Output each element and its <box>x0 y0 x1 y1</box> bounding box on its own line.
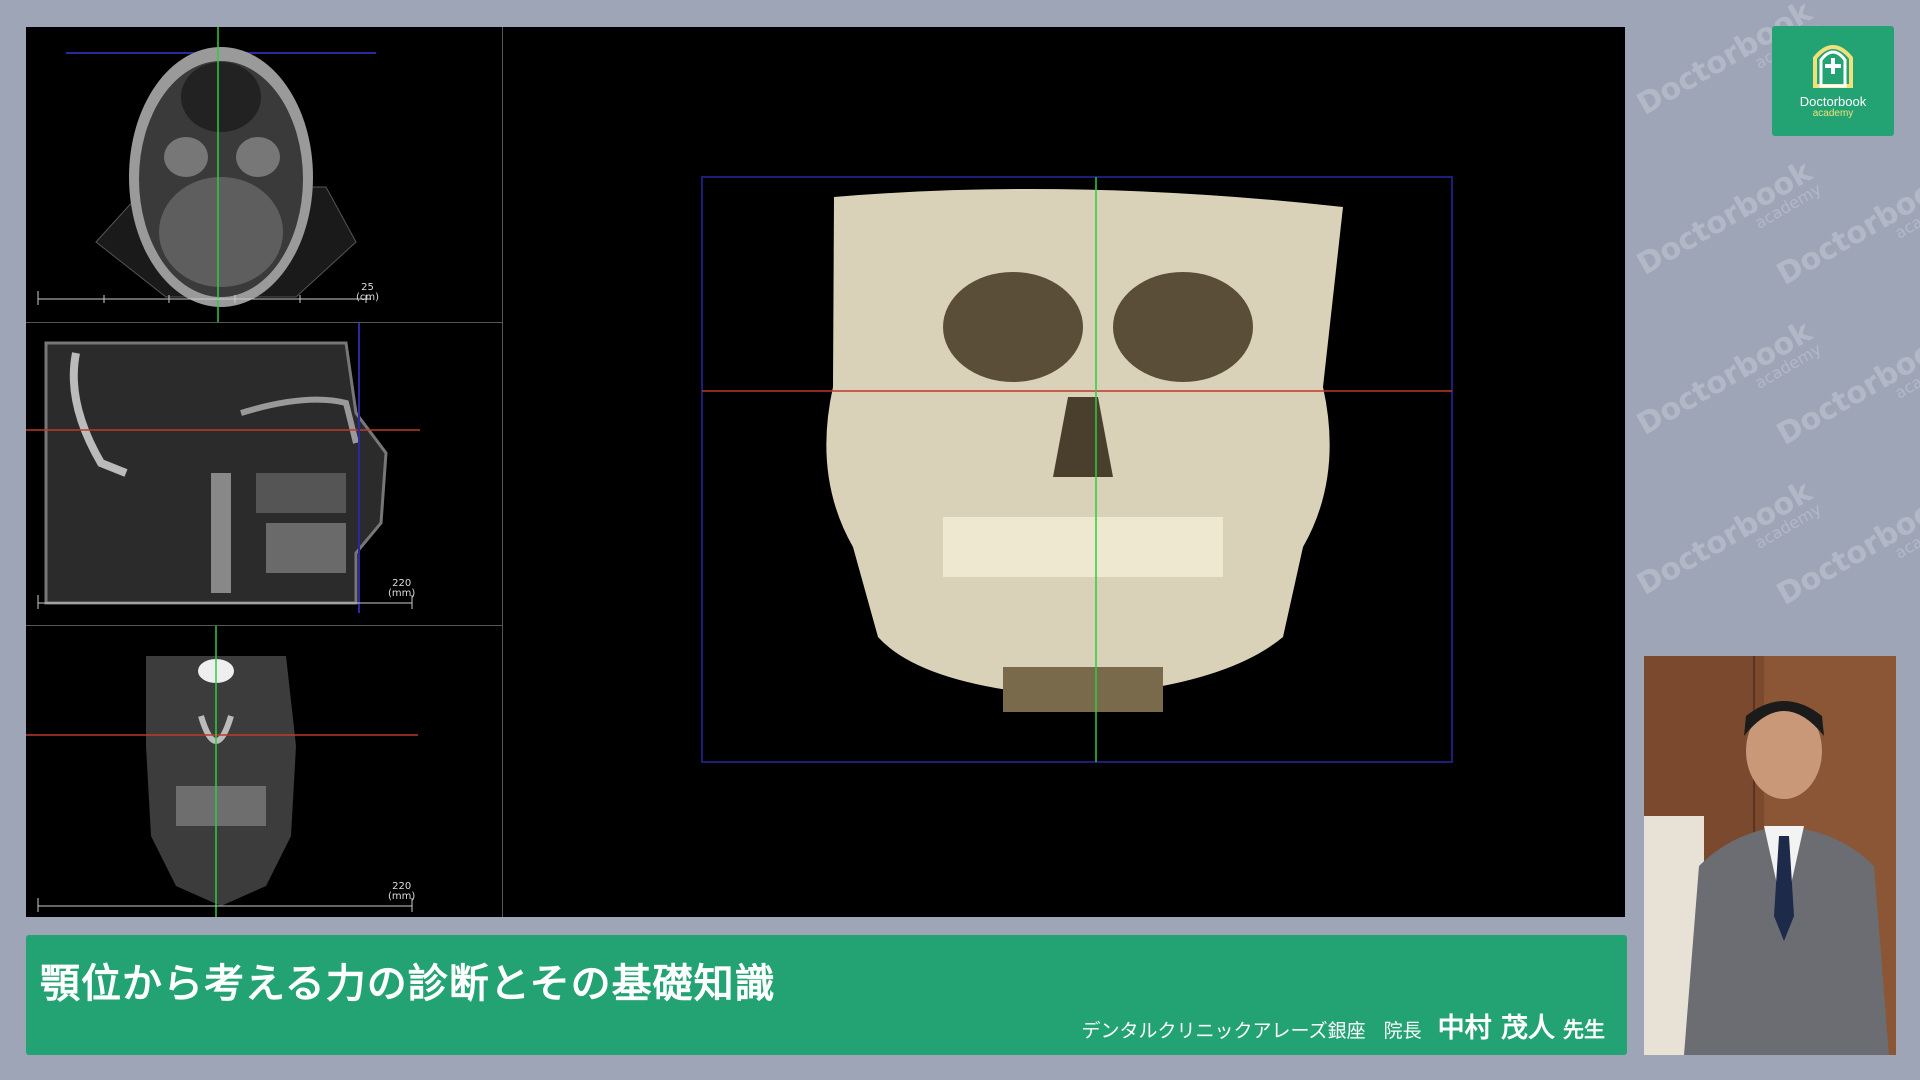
axial-scale-label: 25 (cm) <box>356 282 380 303</box>
shield-plus-icon <box>1813 45 1853 88</box>
lecture-title-banner: 顎位から考える力の診断とその基礎知識 デンタルクリニックアレーズ銀座 院長 中村 茂… <box>26 935 1627 1055</box>
presenter-image <box>1644 656 1896 1055</box>
sagittal-view-panel[interactable]: 220 (mm) <box>26 323 503 626</box>
lecture-title: 顎位から考える力の診断とその基礎知識 <box>40 961 776 1007</box>
doctorbook-logo: Doctorbook academy <box>1772 26 1894 136</box>
coronal-scale-label: 220 (mm) <box>388 881 416 902</box>
presenter-role: 院長 <box>1383 1020 1422 1042</box>
3d-rendering-panel[interactable] <box>503 27 1625 917</box>
logo-subtext: academy <box>1812 108 1854 119</box>
coronal-ct-image <box>26 626 418 917</box>
axial-ct-image <box>37 27 376 322</box>
coronal-view-panel[interactable]: 220 (mm) <box>26 626 503 917</box>
3d-skull-render <box>701 176 1453 763</box>
axial-view-panel[interactable]: 25 (cm) <box>26 27 503 323</box>
presenter-credit: デンタルクリニックアレーズ銀座 院長 中村 茂人 先生 <box>1082 1006 1605 1045</box>
ct-viewer: 25 (cm) 220 (mm) 220 (mm) <box>26 27 1625 917</box>
logo-text: Doctorbook <box>1799 94 1867 109</box>
sagittal-ct-image <box>26 323 420 613</box>
clinic-name: デンタルクリニックアレーズ銀座 <box>1081 1020 1366 1042</box>
presenter-video <box>1644 656 1896 1055</box>
presenter-name: 中村 茂人 <box>1437 1013 1555 1044</box>
presenter-honorific: 先生 <box>1563 1018 1605 1042</box>
sagittal-scale-label: 220 (mm) <box>388 578 416 599</box>
